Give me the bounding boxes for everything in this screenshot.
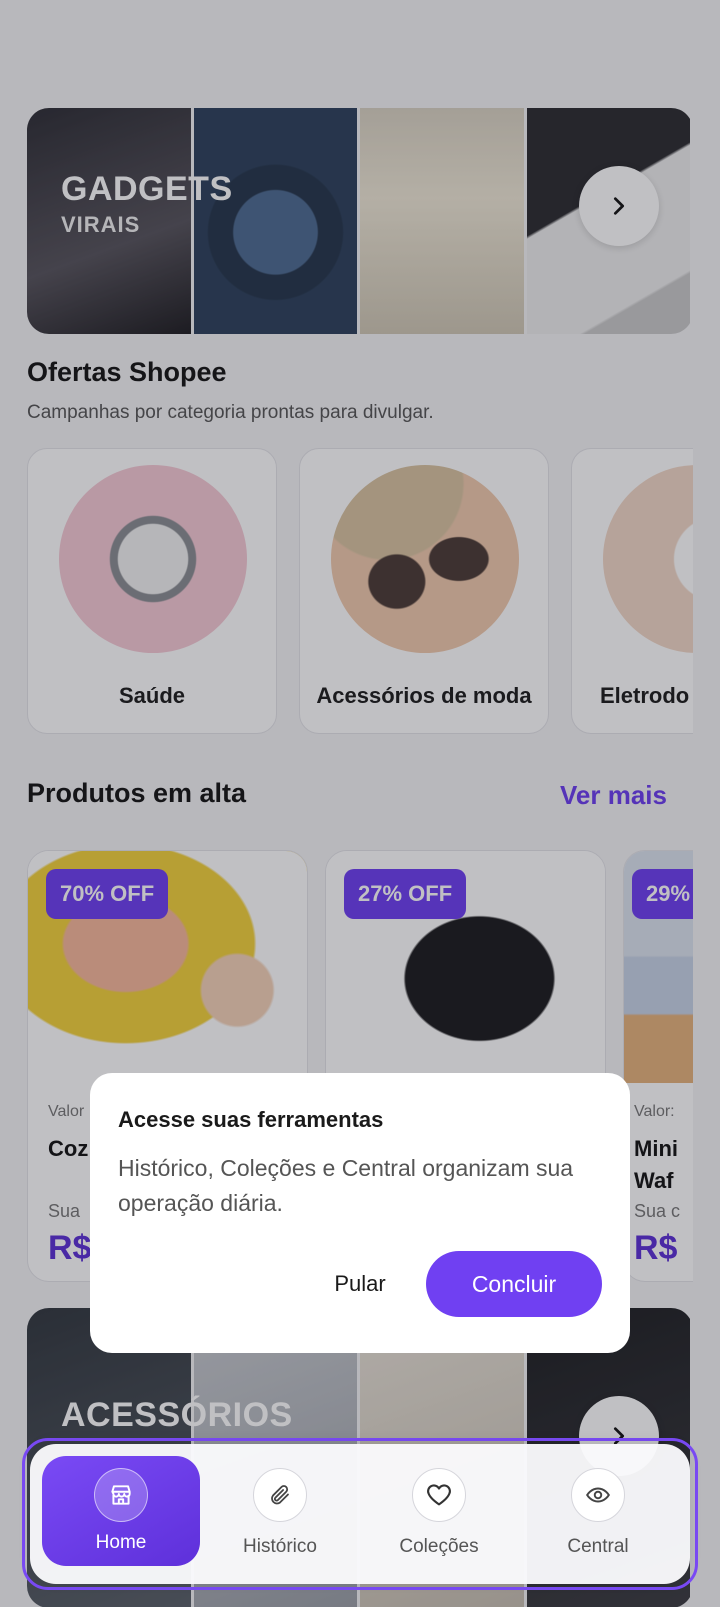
nav-label: Coleções xyxy=(399,1536,479,1557)
dialog-title: Acesse suas ferramentas xyxy=(118,1107,384,1132)
modal-scrim[interactable] xyxy=(0,0,720,1607)
bottom-nav: Home Histórico Coleções Central xyxy=(30,1444,690,1584)
nav-item-central[interactable]: Central xyxy=(519,1456,677,1566)
heart-icon xyxy=(412,1468,466,1522)
skip-button[interactable]: Pular xyxy=(300,1251,420,1317)
paperclip-icon xyxy=(253,1468,307,1522)
nav-item-historico[interactable]: Histórico xyxy=(201,1456,359,1566)
nav-label: Central xyxy=(567,1536,629,1557)
nav-item-home[interactable]: Home xyxy=(42,1456,200,1566)
app-screen: GADGETS VIRAIS Ofertas Shopee Campanhas … xyxy=(0,0,720,1607)
onboarding-dialog: Acesse suas ferramentas Histórico, Coleç… xyxy=(90,1073,630,1353)
nav-item-colecoes[interactable]: Coleções xyxy=(360,1456,518,1566)
nav-label: Home xyxy=(95,1532,147,1553)
nav-label: Histórico xyxy=(243,1536,317,1557)
store-icon xyxy=(94,1468,148,1522)
finish-button[interactable]: Concluir xyxy=(426,1251,602,1317)
eye-icon xyxy=(571,1468,625,1522)
dialog-body: Histórico, Coleções e Central organizam … xyxy=(118,1155,574,1216)
